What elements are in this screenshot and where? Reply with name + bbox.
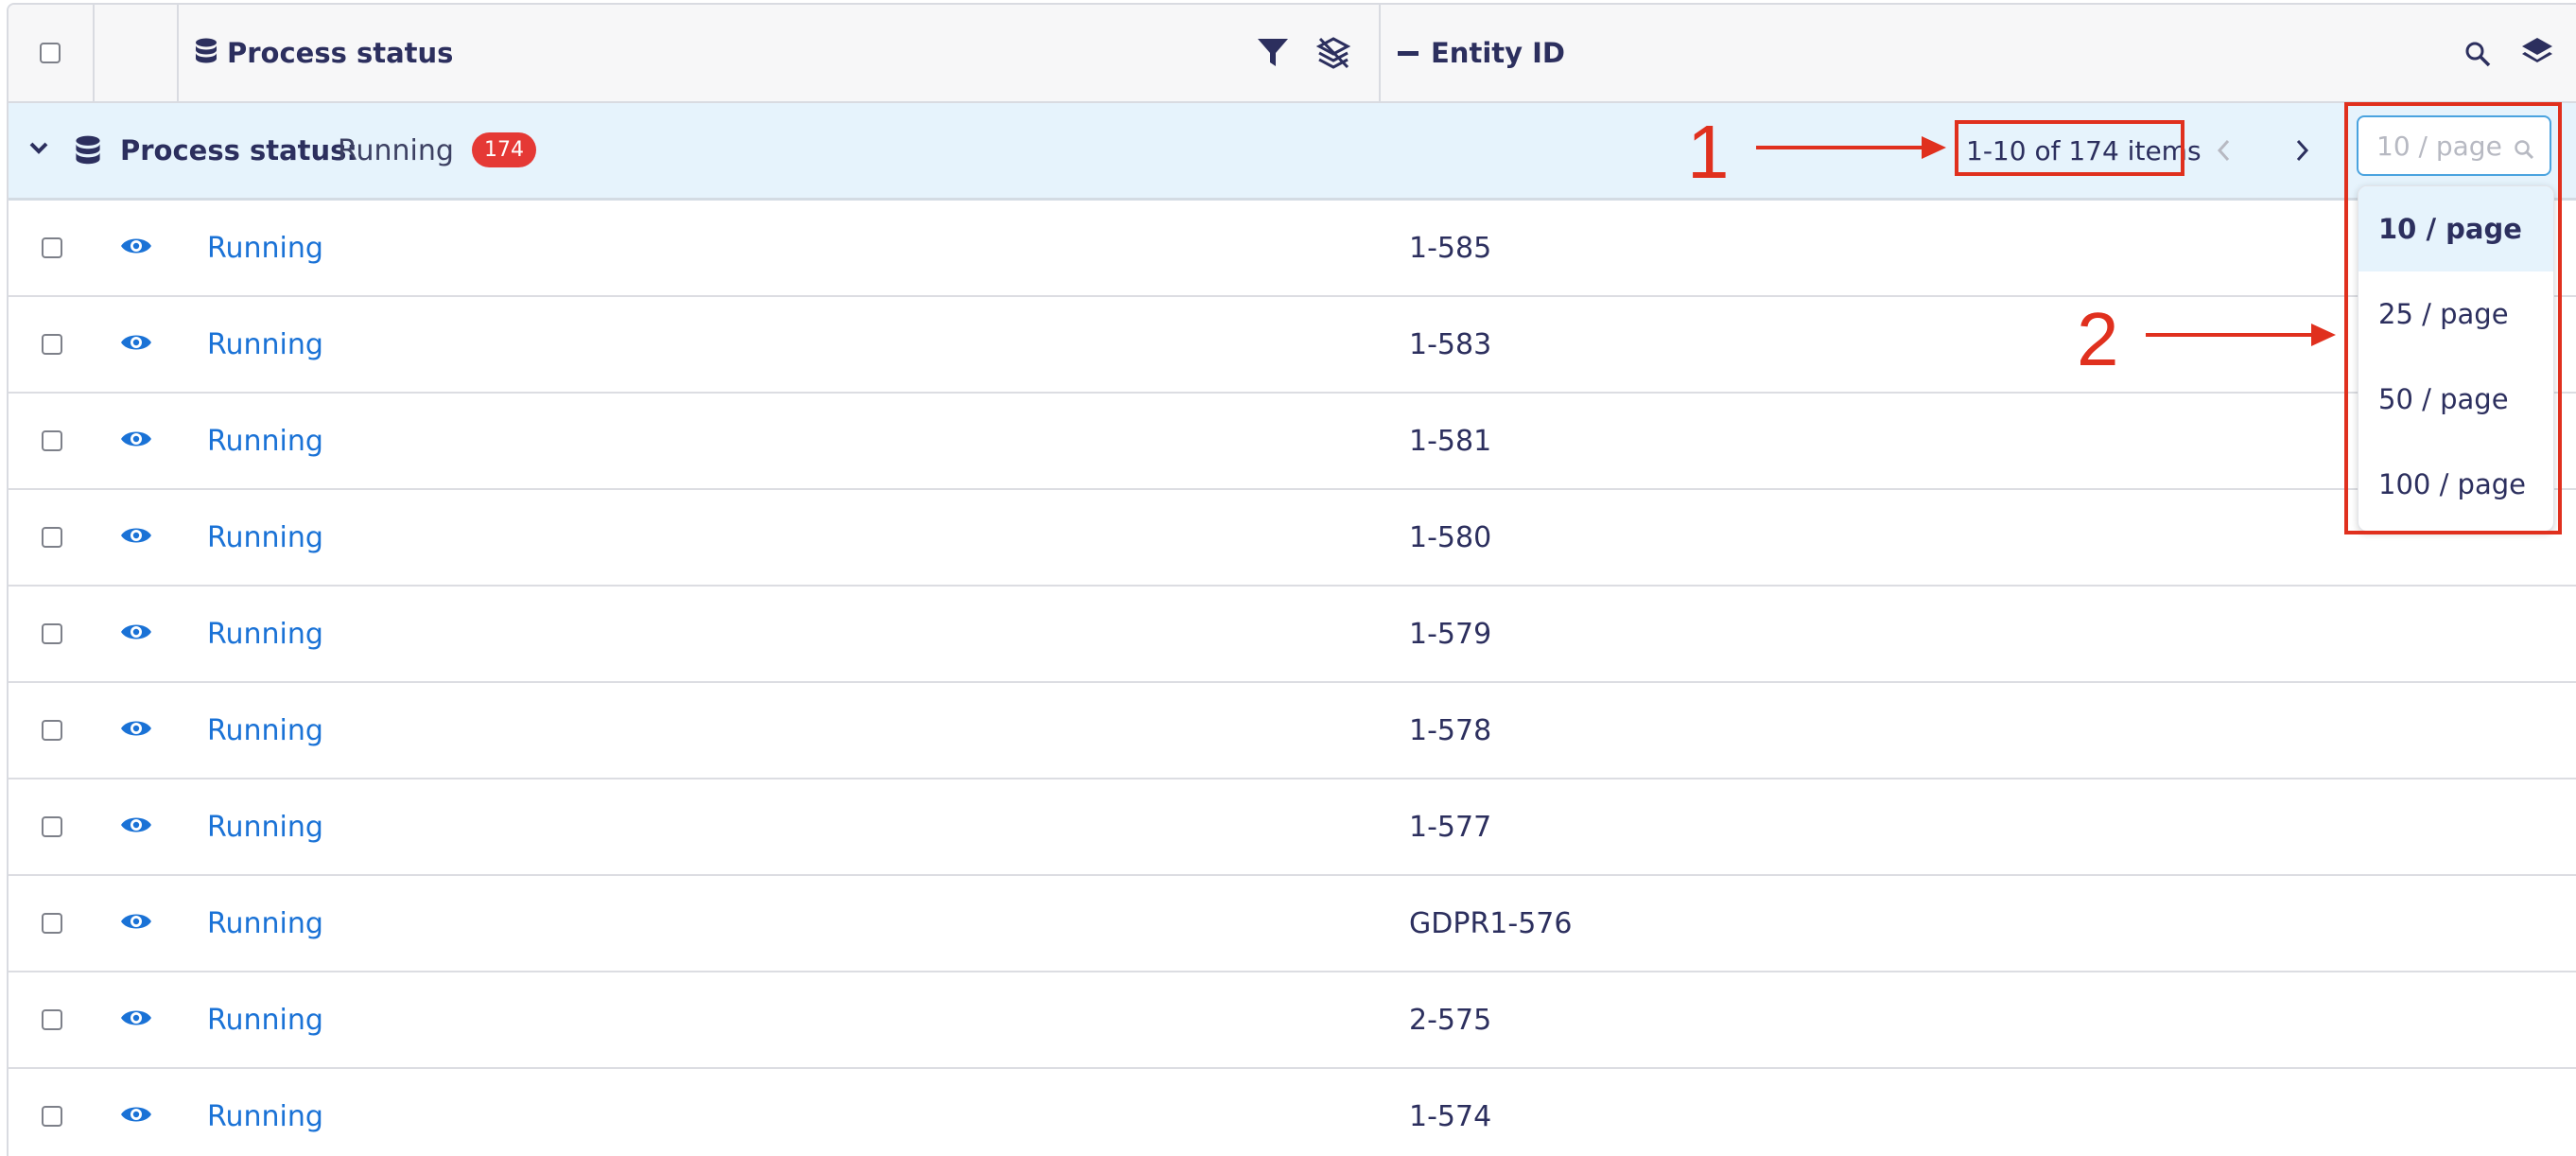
row-entity-id: 1-579 bbox=[1409, 617, 1492, 651]
layers-icon[interactable] bbox=[2520, 36, 2554, 74]
row-checkbox[interactable] bbox=[42, 1009, 62, 1030]
annotation-arrow-head-1 bbox=[1922, 136, 1946, 159]
row-status-link[interactable]: Running bbox=[207, 779, 323, 874]
row-status-link[interactable]: Running bbox=[207, 490, 323, 585]
table-row[interactable]: Running 1-583 bbox=[9, 297, 2576, 394]
eye-icon[interactable] bbox=[120, 717, 152, 744]
process-status-header[interactable]: Process status bbox=[195, 5, 453, 101]
row-entity-id: 1-581 bbox=[1409, 424, 1492, 458]
database-icon bbox=[75, 135, 101, 169]
group-count-badge: 174 bbox=[472, 132, 536, 167]
layers-off-icon[interactable] bbox=[1315, 36, 1351, 74]
eye-icon[interactable] bbox=[120, 331, 152, 358]
row-entity-id: 1-580 bbox=[1409, 520, 1492, 554]
eye-icon[interactable] bbox=[120, 235, 152, 261]
annotation-arrow-line-2 bbox=[2146, 333, 2314, 337]
filter-icon[interactable] bbox=[1257, 37, 1289, 73]
row-status-link[interactable]: Running bbox=[207, 972, 323, 1067]
data-grid: Process status Entity ID Process status:… bbox=[7, 3, 2576, 1156]
row-status-link[interactable]: Running bbox=[207, 683, 323, 778]
row-checkbox[interactable] bbox=[42, 913, 62, 934]
row-checkbox-cell[interactable] bbox=[42, 334, 62, 355]
select-all-checkbox-cell[interactable] bbox=[40, 5, 61, 101]
chevron-right-icon[interactable] bbox=[2293, 138, 2310, 166]
group-row[interactable]: Process status: Running 174 1-10 of 174 … bbox=[9, 103, 2576, 201]
row-checkbox-cell[interactable] bbox=[42, 623, 62, 644]
row-entity-id: 1-583 bbox=[1409, 327, 1492, 361]
annotation-box-page-size bbox=[2344, 102, 2562, 534]
row-status-link[interactable]: Running bbox=[207, 297, 323, 392]
eye-icon[interactable] bbox=[120, 524, 152, 551]
table-row[interactable]: Running 1-577 bbox=[9, 779, 2576, 876]
annotation-number-1: 1 bbox=[1687, 110, 1730, 194]
row-checkbox-cell[interactable] bbox=[42, 816, 62, 837]
row-status-link[interactable]: Running bbox=[207, 1069, 323, 1156]
eye-icon[interactable] bbox=[120, 428, 152, 454]
row-checkbox[interactable] bbox=[42, 720, 62, 741]
row-checkbox[interactable] bbox=[42, 527, 62, 548]
row-checkbox[interactable] bbox=[42, 430, 62, 451]
annotation-box-range bbox=[1955, 120, 2184, 176]
table-row[interactable]: Running 1-580 bbox=[9, 490, 2576, 587]
eye-icon[interactable] bbox=[120, 910, 152, 937]
search-icon[interactable] bbox=[2464, 41, 2491, 71]
row-entity-id: 1-577 bbox=[1409, 810, 1492, 844]
chevron-down-icon[interactable] bbox=[28, 141, 49, 160]
process-status-header-label: Process status bbox=[227, 37, 454, 69]
row-checkbox-cell[interactable] bbox=[42, 527, 62, 548]
table-row[interactable]: Running GDPR1-576 bbox=[9, 876, 2576, 972]
eye-icon[interactable] bbox=[120, 621, 152, 647]
eye-icon[interactable] bbox=[120, 1007, 152, 1033]
row-checkbox-cell[interactable] bbox=[42, 430, 62, 451]
column-divider bbox=[177, 5, 179, 101]
grid-header: Process status Entity ID bbox=[9, 5, 2576, 103]
entity-id-header-label: Entity ID bbox=[1431, 37, 1565, 69]
group-count: 174 bbox=[472, 132, 536, 167]
table-row[interactable]: Running 1-579 bbox=[9, 587, 2576, 683]
row-entity-id: 1-574 bbox=[1409, 1099, 1492, 1133]
row-status-link[interactable]: Running bbox=[207, 201, 323, 295]
entity-id-header[interactable]: Entity ID bbox=[1398, 5, 1565, 101]
row-entity-id: 2-575 bbox=[1409, 1003, 1492, 1037]
annotation-arrow-line-1 bbox=[1756, 146, 1924, 149]
row-checkbox-cell[interactable] bbox=[42, 720, 62, 741]
chevron-left-icon[interactable] bbox=[2216, 138, 2233, 166]
row-checkbox[interactable] bbox=[42, 623, 62, 644]
eye-icon[interactable] bbox=[120, 814, 152, 840]
column-divider bbox=[1379, 5, 1381, 101]
row-checkbox-cell[interactable] bbox=[42, 1009, 62, 1030]
database-icon bbox=[195, 38, 218, 68]
select-all-checkbox[interactable] bbox=[40, 43, 61, 63]
row-checkbox-cell[interactable] bbox=[42, 913, 62, 934]
table-row[interactable]: Running 1-581 bbox=[9, 394, 2576, 490]
row-entity-id: 1-585 bbox=[1409, 231, 1492, 265]
row-status-link[interactable]: Running bbox=[207, 394, 323, 488]
row-checkbox-cell[interactable] bbox=[42, 237, 62, 258]
row-checkbox[interactable] bbox=[42, 334, 62, 355]
eye-icon[interactable] bbox=[120, 1103, 152, 1130]
row-entity-id: GDPR1-576 bbox=[1409, 906, 1573, 940]
row-entity-id: 1-578 bbox=[1409, 713, 1492, 747]
row-checkbox[interactable] bbox=[42, 237, 62, 258]
column-divider bbox=[93, 5, 95, 101]
table-row[interactable]: Running 1-578 bbox=[9, 683, 2576, 779]
table-row[interactable]: Running 1-585 bbox=[9, 201, 2576, 297]
row-status-link[interactable]: Running bbox=[207, 587, 323, 681]
table-row[interactable]: Running 1-574 bbox=[9, 1069, 2576, 1156]
row-checkbox[interactable] bbox=[42, 816, 62, 837]
row-checkbox-cell[interactable] bbox=[42, 1106, 62, 1127]
annotation-number-2: 2 bbox=[2077, 297, 2119, 381]
row-checkbox[interactable] bbox=[42, 1106, 62, 1127]
annotation-arrow-head-2 bbox=[2311, 324, 2336, 346]
table-row[interactable]: Running 2-575 bbox=[9, 972, 2576, 1069]
minus-icon bbox=[1398, 50, 1419, 56]
group-value: Running bbox=[338, 133, 454, 167]
group-label: Process status: bbox=[120, 134, 358, 166]
row-status-link[interactable]: Running bbox=[207, 876, 323, 971]
